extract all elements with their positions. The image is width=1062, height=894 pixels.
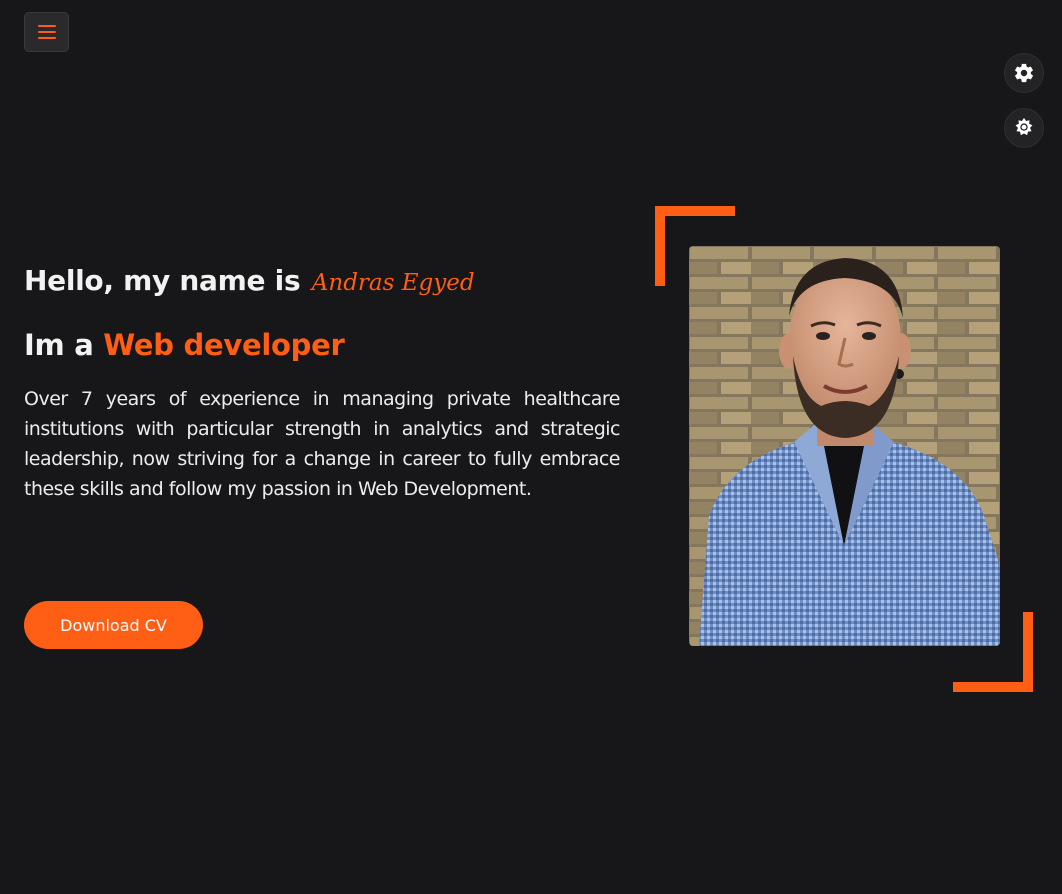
greeting-text: Hello, my name is [24,264,301,297]
download-cv-button[interactable]: Download CV [24,601,203,649]
role-title: Web developer [103,328,345,362]
hamburger-menu-icon-bar [37,31,56,33]
theme-toggle-button[interactable] [1004,108,1044,148]
role-prefix: Im a [24,328,94,362]
menu-button[interactable] [24,12,69,52]
sun-icon [1015,117,1033,136]
settings-button[interactable] [1004,53,1044,93]
profile-photo [689,246,1000,646]
greeting-heading: Hello, my name is Andras Egyed [24,262,620,302]
gear-icon [1015,63,1033,83]
hamburger-menu-icon-bar [37,37,56,39]
author-name: Andras Egyed [311,270,475,296]
role-heading: Im a Web developer [24,326,620,364]
hamburger-menu-icon-bar [37,25,56,27]
hero-intro: Hello, my name is Andras Egyed Im a Web … [24,262,621,504]
about-paragraph: Over 7 years of experience in managing p… [24,388,621,500]
